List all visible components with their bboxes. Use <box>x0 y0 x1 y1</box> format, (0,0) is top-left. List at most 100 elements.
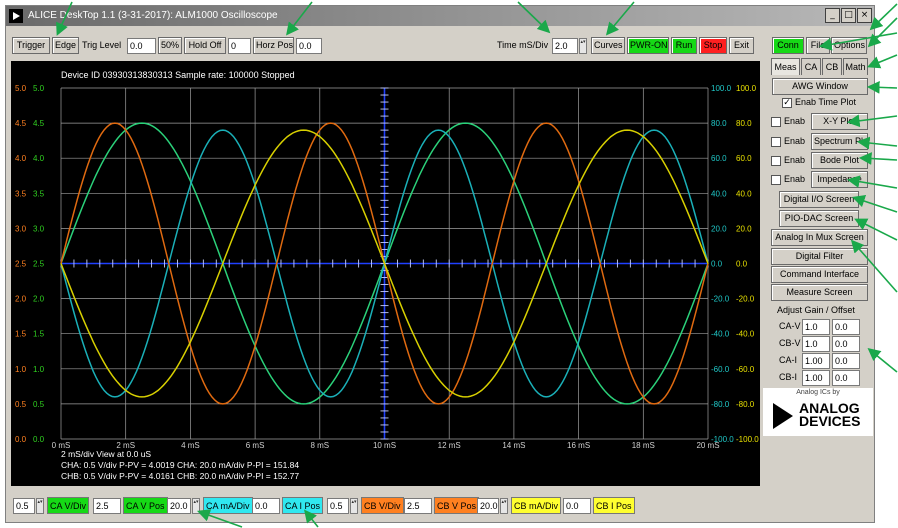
tab-math[interactable]: Math <box>843 58 868 75</box>
y-right-tick-cb: 0.0 <box>736 260 748 269</box>
cb-ipos-input[interactable]: 0.0 <box>563 498 591 514</box>
time-div-spinner[interactable]: ▴▾ <box>579 38 587 54</box>
ca-v-offset-input[interactable]: 0.0 <box>832 319 860 335</box>
cb-vpos-button[interactable]: CB V Pos <box>434 497 480 514</box>
cb-vpos-input[interactable]: 2.5 <box>404 498 432 514</box>
y-right-tick-ca: 80.0 <box>711 119 727 128</box>
adjust-row-label: CA-V <box>779 321 801 331</box>
y-right-tick-ca: 20.0 <box>711 224 727 233</box>
run-button[interactable]: Run <box>671 37 697 54</box>
impedance-button[interactable]: Impedance <box>811 171 868 188</box>
ca-vdiv-button[interactable]: CA V/Div <box>47 497 90 514</box>
y-right-tick-ca: 0.0 <box>711 260 723 269</box>
minimize-button[interactable]: _ <box>825 8 840 23</box>
stop-button[interactable]: Stop <box>699 37 727 54</box>
pwr-on-button[interactable]: PWR-ON <box>627 37 669 54</box>
edge-button[interactable]: Edge <box>52 37 79 54</box>
enab-spectrum-checkbox[interactable] <box>771 137 781 147</box>
scope-plot: 0.0 0.0 0.5 0.5 1.0 1.0 1.5 1.5 2.0 2.0 2.5 2.5 3.0 3… <box>15 70 759 481</box>
cb-ipos-button[interactable]: CB I Pos <box>593 497 635 514</box>
y-left-tick-ca: 5.0 <box>33 84 45 93</box>
ca-ipos-button[interactable]: CA I Pos <box>282 497 324 514</box>
enab-xy-checkbox[interactable] <box>771 117 781 127</box>
tab-cb[interactable]: CB <box>822 58 842 75</box>
cb-v-gain-input[interactable]: 1.0 <box>802 336 830 352</box>
cb-vdiv-input[interactable]: 0.5 <box>327 498 349 514</box>
hold-off-input[interactable]: 0 <box>228 38 251 54</box>
cb-madiv-button[interactable]: CB mA/Div <box>511 497 562 514</box>
cb-vdiv-spinner[interactable]: ▴▾ <box>350 498 358 514</box>
ca-madiv-input[interactable]: 20.0 <box>167 498 191 514</box>
cb-v-offset-input[interactable]: 0.0 <box>832 336 860 352</box>
curves-button[interactable]: Curves <box>591 37 625 54</box>
ca-i-gain-input[interactable]: 1.00 <box>802 353 830 369</box>
time-div-label: Time mS/Div <box>497 40 549 50</box>
horz-pos-button[interactable]: Horz Pos <box>253 37 294 54</box>
y-left-tick-ca: 0.5 <box>33 400 45 409</box>
exit-button[interactable]: Exit <box>729 37 754 54</box>
y-left-tick-cb: 3.0 <box>15 224 27 233</box>
enab-bode-checkbox[interactable] <box>771 156 781 166</box>
horz-pos-input[interactable]: 0.0 <box>296 38 322 54</box>
conn-button[interactable]: Conn <box>772 37 804 54</box>
cb-i-gain-input[interactable]: 1.00 <box>802 370 830 386</box>
y-left-tick-ca: 2.0 <box>33 295 45 304</box>
annotation-arrow <box>869 3 898 31</box>
y-left-tick-cb: 4.5 <box>15 119 27 128</box>
analog-mux-button[interactable]: Analog In Mux Screen <box>771 229 868 246</box>
y-right-tick-ca: 100.0 <box>711 84 732 93</box>
analog-devices-logo: Analog ICs by ANALOG DEVICES <box>763 388 873 436</box>
spectrum-plot-button[interactable]: Spectrum Plot <box>811 133 868 150</box>
y-right-tick-ca: -40.0 <box>711 330 730 339</box>
cb-madiv-input[interactable]: 20.0 <box>477 498 499 514</box>
hold-off-button[interactable]: Hold Off <box>184 37 226 54</box>
cb-i-offset-input[interactable]: 0.0 <box>832 370 860 386</box>
scope-display[interactable]: 0.0 0.0 0.5 0.5 1.0 1.0 1.5 1.5 2.0 2.0 2.5 2.5 3.0 3… <box>11 61 760 486</box>
pio-dac-button[interactable]: PIO-DAC Screen <box>779 210 859 227</box>
y-right-tick-ca: 60.0 <box>711 154 727 163</box>
tab-ca[interactable]: CA <box>801 58 821 75</box>
window-controls: _ □ × <box>825 8 872 23</box>
measure-screen-button[interactable]: Measure Screen <box>771 284 868 301</box>
y-left-tick-cb: 0.0 <box>15 435 27 444</box>
ca-madiv-button[interactable]: CA mA/Div <box>203 497 253 514</box>
adjust-row-label: CB-I <box>779 372 797 382</box>
digital-io-button[interactable]: Digital I/O Screen <box>779 191 859 208</box>
ca-ipos-input[interactable]: 0.0 <box>252 498 280 514</box>
ca-i-offset-input[interactable]: 0.0 <box>832 353 860 369</box>
y-right-tick-cb: 100.0 <box>736 84 757 93</box>
x-tick-label: 14 mS <box>502 441 525 450</box>
ca-vdiv-spinner[interactable]: ▴▾ <box>36 498 44 514</box>
y-left-tick-ca: 4.0 <box>33 154 45 163</box>
ca-madiv-spinner[interactable]: ▴▾ <box>192 498 200 514</box>
enab-impedance-checkbox[interactable] <box>771 175 781 185</box>
xy-plot-button[interactable]: X-Y Plot <box>811 113 868 130</box>
tab-meas[interactable]: Meas <box>771 58 800 75</box>
y-right-tick-cb: 40.0 <box>736 189 752 198</box>
trig-level-input[interactable]: 0.0 <box>127 38 156 54</box>
ca-vdiv-input[interactable]: 0.5 <box>13 498 35 514</box>
enab-time-plot-checkbox[interactable]: ✓ <box>782 98 792 108</box>
digital-filter-button[interactable]: Digital Filter <box>771 248 868 265</box>
y-left-tick-ca: 3.0 <box>33 224 45 233</box>
ca-vpos-input[interactable]: 2.5 <box>93 498 121 514</box>
bode-plot-button[interactable]: Bode Plot <box>811 152 868 169</box>
time-div-input[interactable]: 2.0 <box>552 38 578 54</box>
ca-v-gain-input[interactable]: 1.0 <box>802 319 830 335</box>
trigger-button[interactable]: Trigger <box>12 37 50 54</box>
command-interface-button[interactable]: Command Interface <box>771 266 868 283</box>
fifty-percent-button[interactable]: 50% <box>158 37 182 54</box>
awg-window-button[interactable]: AWG Window <box>772 78 868 95</box>
options-button[interactable]: Options <box>831 37 867 54</box>
cb-vdiv-button[interactable]: CB V/Div <box>361 497 404 514</box>
trig-level-label: Trig Level <box>82 40 122 50</box>
enab-bode-label: Enab <box>784 155 806 165</box>
maximize-button[interactable]: □ <box>841 8 856 23</box>
file-button[interactable]: File <box>806 37 830 54</box>
close-button[interactable]: × <box>857 8 872 23</box>
title-bar: ALICE DeskTop 1.1 (3-31-2017): ALM1000 O… <box>6 6 874 26</box>
ca-vpos-button[interactable]: CA V Pos <box>123 497 168 514</box>
cb-madiv-spinner[interactable]: ▴▾ <box>500 498 508 514</box>
x-tick-label: 16 mS <box>567 441 590 450</box>
logo-line-2: DEVICES <box>799 413 861 429</box>
